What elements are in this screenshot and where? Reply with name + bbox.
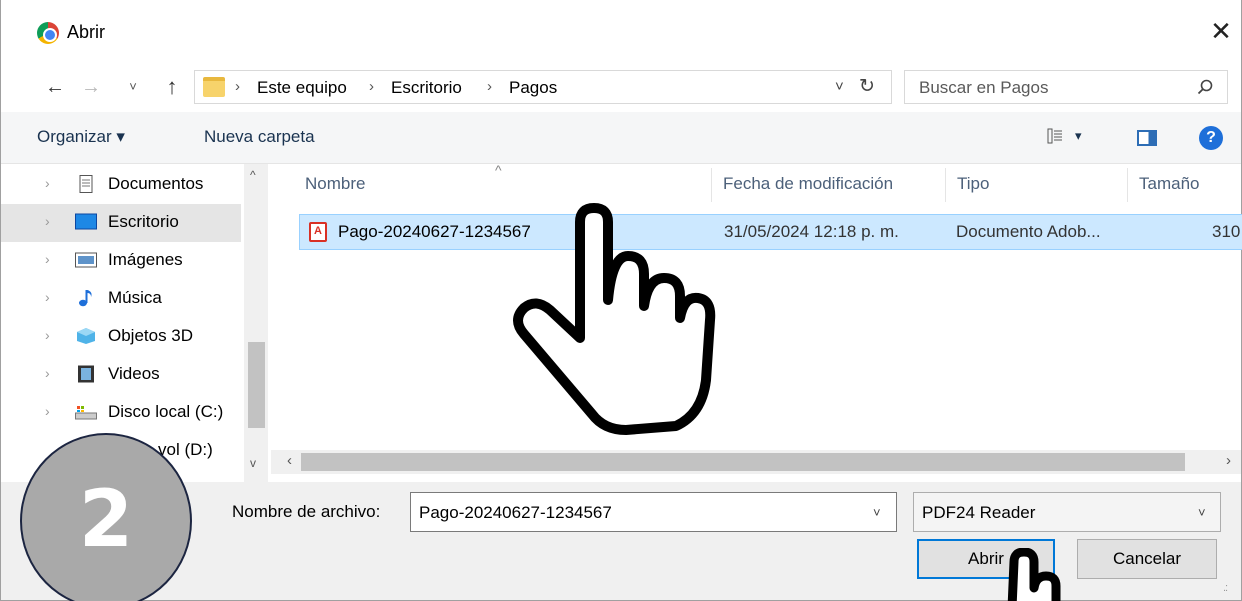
tree-scrollbar[interactable]: ^ v [244,164,268,482]
scroll-down-icon[interactable]: v [250,456,256,470]
command-bar: Organizar ▾ Nueva carpeta ▾ ? [1,112,1241,164]
sort-ascending-icon: ^ [495,162,502,178]
tree-item-label: Objetos 3D [108,326,194,345]
column-divider[interactable] [711,168,712,202]
file-type-chevron-icon: ˅ [1198,505,1206,520]
dialog-title: Abrir [67,22,106,42]
expand-chevron-icon[interactable]: › [45,175,50,191]
hand-cursor-icon [1007,548,1061,601]
tree-item-label: vol (D:) [158,440,213,459]
organize-button[interactable]: Organizar ▾ [37,127,125,147]
tree-item-videos[interactable]: › Videos [1,356,241,394]
expand-chevron-icon[interactable]: › [45,213,50,229]
breadcrumb-separator: › [487,78,492,95]
expand-chevron-icon[interactable]: › [45,251,50,267]
breadcrumb-escritorio[interactable]: Escritorio [391,78,462,98]
tree-item-disco-local[interactable]: › Disco local (C:) [1,394,241,432]
step-number: 2 [78,475,134,565]
resize-grip-icon[interactable]: .: [1223,582,1228,594]
tree-item-imagenes[interactable]: › Imágenes [1,242,241,280]
step-number-badge: 2 [20,433,192,601]
tree-item-escritorio[interactable]: › Escritorio [1,204,241,242]
filename-dropdown-chevron-icon[interactable]: ˅ [873,505,881,520]
search-box[interactable]: Buscar en Pagos [904,70,1228,104]
breadcrumb-este-equipo[interactable]: Este equipo [257,78,347,98]
column-header-date[interactable]: Fecha de modificación [723,174,893,194]
tree-item-label: Disco local (C:) [108,402,224,421]
search-icon [1197,79,1213,95]
scroll-up-icon[interactable]: ^ [250,168,256,182]
column-header-name[interactable]: Nombre [305,174,365,194]
file-list: ^ Nombre Fecha de modificación Tipo Tama… [271,162,1242,482]
tree-item-label: Música [108,288,162,307]
column-header-size[interactable]: Tamaño [1139,174,1199,194]
scrollbar-thumb[interactable] [301,453,1185,471]
address-dropdown-icon[interactable]: ˅ [835,78,844,95]
tree-item-label: Documentos [108,174,204,193]
tree-item-label: Imágenes [108,250,183,269]
file-size: 310 K [1212,222,1242,241]
tree-item-documentos[interactable]: › Documentos [1,166,241,204]
documents-icon [79,175,93,193]
scrollbar-thumb[interactable] [248,342,265,428]
file-type-select[interactable]: PDF24 Reader ˅ [913,492,1221,532]
tree-item-musica[interactable]: › Música [1,280,241,318]
desktop-icon [75,213,97,230]
tree-item-label: Escritorio [108,212,179,231]
chrome-icon [37,22,59,44]
expand-chevron-icon[interactable]: › [45,403,50,419]
view-options-icon[interactable] [1047,128,1063,144]
scroll-left-icon[interactable]: ‹ [287,452,292,469]
filename-value: Pago-20240627-1234567 [419,503,612,522]
horizontal-scrollbar[interactable]: ‹ › [271,450,1241,474]
file-type: Documento Adob... [956,222,1101,241]
expand-chevron-icon[interactable]: › [45,365,50,381]
expand-chevron-icon[interactable]: › [45,327,50,343]
cancel-button[interactable]: Cancelar [1077,539,1217,579]
column-header-type[interactable]: Tipo [957,174,989,194]
preview-pane-icon[interactable] [1137,130,1157,146]
file-type-value: PDF24 Reader [922,503,1036,522]
file-date: 31/05/2024 12:18 p. m. [724,222,899,241]
up-arrow-icon[interactable]: ↑ [161,72,183,102]
breadcrumb-pagos[interactable]: Pagos [509,78,557,98]
file-name: Pago-20240627-1234567 [338,222,531,241]
expand-chevron-icon[interactable]: › [45,289,50,305]
breadcrumb-separator: › [235,78,240,95]
back-arrow-icon[interactable]: ← [41,72,69,102]
tree-item-label: Videos [108,364,160,383]
videos-icon [78,365,94,383]
title-bar: Abrir ✕ [1,0,1241,62]
drive-icon [75,406,97,420]
refresh-icon[interactable]: ↻ [859,75,875,98]
filename-label: Nombre de archivo: [232,502,381,521]
navigation-bar: ← → ˅ ↑ › Este equipo › Escritorio › Pag… [1,62,1241,112]
navigation-pane: › Documentos › Escritorio › Imágenes › M… [1,164,271,482]
scroll-right-icon[interactable]: › [1226,452,1231,469]
tree-item-objetos-3d[interactable]: › Objetos 3D [1,318,241,356]
folder-icon [203,77,225,97]
column-divider[interactable] [945,168,946,202]
view-dropdown-chevron-icon[interactable]: ▾ [1075,128,1082,144]
filename-input[interactable]: Pago-20240627-1234567 ˅ [410,492,897,532]
pictures-icon [75,252,97,268]
music-icon [79,290,92,307]
hand-pointer-icon [513,203,716,435]
pdf-file-icon: A [309,222,327,242]
breadcrumb-separator: › [369,78,374,95]
new-folder-button[interactable]: Nueva carpeta [204,127,315,147]
file-row[interactable]: A Pago-20240627-1234567 31/05/2024 12:18… [299,214,1242,250]
close-icon[interactable]: ✕ [1206,16,1236,46]
forward-arrow-icon[interactable]: → [77,72,105,102]
address-bar[interactable]: › Este equipo › Escritorio › Pagos ˅ ↻ [194,70,892,104]
3d-objects-icon [77,328,95,344]
help-icon[interactable]: ? [1199,126,1223,150]
recent-locations-chevron-icon[interactable]: ˅ [125,72,141,102]
column-divider[interactable] [1127,168,1128,202]
search-placeholder: Buscar en Pagos [919,78,1049,97]
